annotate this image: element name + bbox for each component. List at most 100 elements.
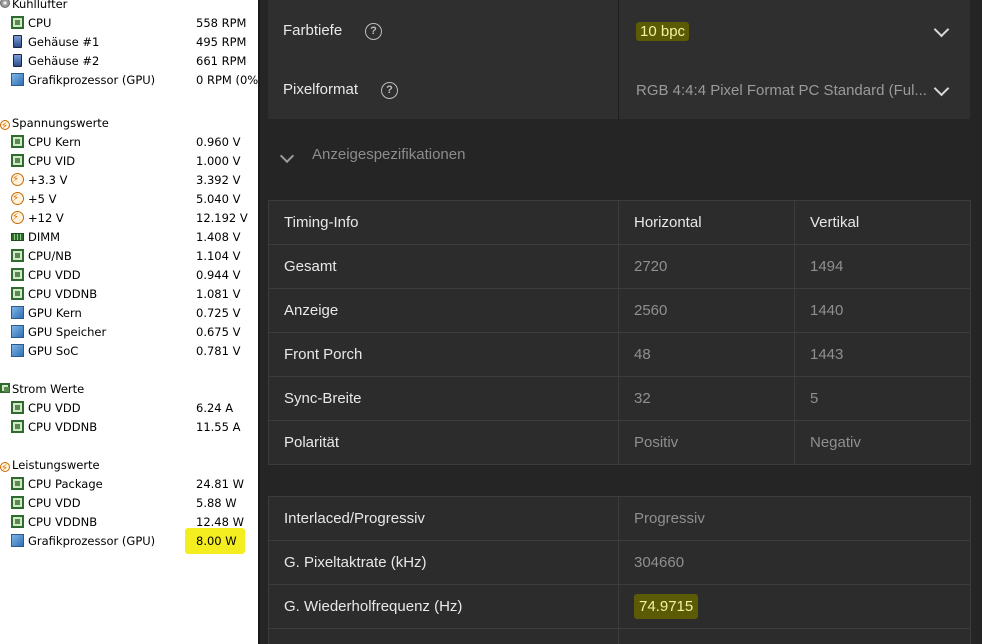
sensor-name: CPU VID <box>28 154 76 168</box>
row-label: G. Wiederholfrequenz (Hz) <box>268 584 619 629</box>
highlighted-value: 10 bpc <box>636 22 690 41</box>
sensor-value: 1.000 V <box>196 154 241 168</box>
sensor-name: +5 V <box>28 192 57 206</box>
divider <box>618 0 619 61</box>
vertical-value: Negativ <box>794 420 971 465</box>
fan-icon <box>0 0 10 8</box>
vertical-value: 1443 <box>794 332 971 377</box>
row-label: Gesamt <box>268 244 619 289</box>
phone-icon <box>13 54 22 67</box>
row-value <box>618 628 971 644</box>
sensor-name: CPU Kern <box>28 135 81 149</box>
sensor-value: 661 RPM <box>196 54 247 68</box>
sensor-name: Grafikprozessor (GPU) <box>28 73 156 87</box>
bolt-icon <box>0 459 10 478</box>
sensor-value: 1.081 V <box>196 287 241 301</box>
sensor-value: 6.24 A <box>196 401 234 415</box>
phone-icon <box>13 35 22 48</box>
sensor-value: 24.81 W <box>196 477 244 491</box>
sensor-name: Grafikprozessor (GPU) <box>28 534 156 548</box>
chip-icon <box>11 401 24 414</box>
chip-icon <box>11 268 24 281</box>
sensor-value: 3.392 V <box>196 173 241 187</box>
sensor-name: +3.3 V <box>28 173 68 187</box>
chevron-down-icon[interactable] <box>933 21 950 38</box>
sensor-name: +12 V <box>28 211 64 225</box>
sensor-name: DIMM <box>28 230 61 244</box>
highlighted-value: 74.9715 <box>634 594 699 619</box>
column-header: Horizontal <box>618 200 795 245</box>
chip-icon <box>11 287 24 300</box>
column-header: Timing-Info <box>268 200 619 245</box>
sensor-value: 8.00 W <box>196 534 237 548</box>
sensor-name: CPU Package <box>28 477 103 491</box>
sensor-group-title: Kühllüfter <box>12 0 68 11</box>
sensor-value: 0.675 V <box>196 325 241 339</box>
sensor-name: Gehäuse #1 <box>28 35 100 49</box>
row-value: 304660 <box>618 540 971 585</box>
vertical-value: 1494 <box>794 244 971 289</box>
chip-icon <box>11 420 24 433</box>
table-row: Front Porch 48 1443 <box>268 332 971 377</box>
table-header-row: Timing-Info Horizontal Vertikal <box>268 200 971 245</box>
table-row <box>268 628 971 644</box>
table-row: Gesamt 2720 1494 <box>268 244 971 289</box>
pixel-format-label: Pixelformat <box>283 81 359 98</box>
row-label <box>268 628 619 644</box>
bolt-icon <box>11 208 24 227</box>
color-depth-value[interactable]: 10 bpc <box>636 22 690 41</box>
timing-table: Timing-Info Horizontal Vertikal Gesamt 2… <box>268 200 971 465</box>
sensor-value: 1.408 V <box>196 230 241 244</box>
pixel-format-value[interactable]: RGB 4:4:4 Pixel Format PC Standard (Ful.… <box>636 82 927 99</box>
sensor-name: CPU VDD <box>28 401 81 415</box>
chip-icon <box>11 477 24 490</box>
row-value: Progressiv <box>618 496 971 541</box>
sensor-group-header[interactable]: Spannungswerte <box>0 114 109 136</box>
sensor-name: CPU VDDNB <box>28 420 98 434</box>
sensor-value: 11.55 A <box>196 420 241 434</box>
table-row: G. Wiederholfrequenz (Hz) 74.9715 <box>268 584 971 629</box>
sensor-group-title: Strom Werte <box>12 382 85 396</box>
sensor-name: CPU VDDNB <box>28 515 98 529</box>
sensor-row[interactable]: +12 V 12.192 V <box>0 208 248 228</box>
pixel-format-row[interactable]: Pixelformat ? RGB 4:4:4 Pixel Format PC … <box>268 61 970 119</box>
sensor-value: 5.040 V <box>196 192 241 206</box>
sensor-row[interactable]: +3.3 V 3.392 V <box>0 170 240 190</box>
section-title[interactable]: Anzeigespezifikationen <box>312 146 465 163</box>
table-row: Anzeige 2560 1440 <box>268 288 971 333</box>
sensor-value: 1.104 V <box>196 249 241 263</box>
sensor-name: CPU <box>28 16 52 30</box>
sensor-value: 495 RPM <box>196 35 247 49</box>
chip-icon <box>11 135 24 148</box>
chevron-down-icon[interactable] <box>933 80 950 97</box>
chip-icon <box>0 383 10 393</box>
horizontal-value: 32 <box>618 376 795 421</box>
bolt-icon <box>11 189 24 208</box>
table-row: G. Pixeltaktrate (kHz) 304660 <box>268 540 971 585</box>
sensor-name: GPU Kern <box>28 306 82 320</box>
chevron-down-icon[interactable] <box>279 148 295 164</box>
help-icon[interactable]: ? <box>365 23 382 40</box>
row-label: Sync-Breite <box>268 376 619 421</box>
sensor-row[interactable]: +5 V 5.040 V <box>0 189 240 209</box>
help-icon[interactable]: ? <box>381 82 398 99</box>
row-label: Polarität <box>268 420 619 465</box>
row-label: Anzeige <box>268 288 619 333</box>
sensor-name: Gehäuse #2 <box>28 54 100 68</box>
horizontal-value: Positiv <box>618 420 795 465</box>
sensor-value: 0.960 V <box>196 135 241 149</box>
gpu-icon <box>11 73 24 86</box>
horizontal-value: 48 <box>618 332 795 377</box>
bolt-icon <box>0 117 10 136</box>
column-header: Vertikal <box>794 200 971 245</box>
sensor-value: 558 RPM <box>196 16 247 30</box>
sensor-name: GPU Speicher <box>28 325 107 339</box>
sensor-group-header[interactable]: Leistungswerte <box>0 456 100 478</box>
sensor-group-title: Leistungswerte <box>12 458 100 472</box>
color-depth-row[interactable]: Farbtiefe ? 10 bpc <box>268 0 970 62</box>
sensor-value: 5.88 W <box>196 496 237 510</box>
row-value: 74.9715 <box>618 584 971 629</box>
sensor-value: 0.725 V <box>196 306 241 320</box>
details-table: Interlaced/Progressiv Progressiv G. Pixe… <box>268 496 971 644</box>
chip-icon <box>11 515 24 528</box>
